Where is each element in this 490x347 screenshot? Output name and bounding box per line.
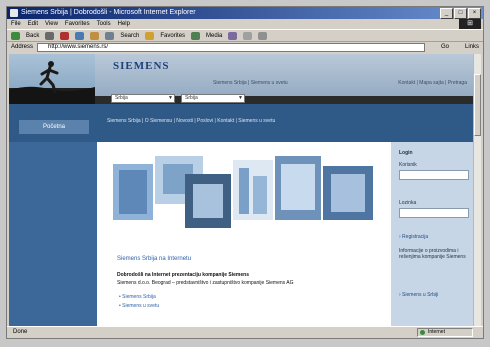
login-title: Login — [399, 150, 413, 156]
menu-favorites[interactable]: Favorites — [65, 19, 90, 29]
username-label: Korisnik — [399, 162, 417, 168]
history-icon[interactable] — [228, 31, 238, 40]
menu-edit[interactable]: Edit — [28, 19, 38, 29]
menu-tools[interactable]: Tools — [97, 19, 111, 29]
site-header: SIEMENS Siemens Srbija | Siemens u svetu… — [9, 54, 475, 104]
close-button[interactable]: × — [468, 8, 481, 19]
ie-icon — [10, 9, 18, 17]
internet-zone-icon — [420, 330, 425, 335]
refresh-icon[interactable] — [75, 31, 85, 40]
toolbar: Back Search Favorites Media — [7, 29, 483, 42]
menu-file[interactable]: File — [11, 19, 21, 29]
back-arrow-icon[interactable] — [11, 31, 20, 40]
stop-icon[interactable] — [60, 31, 70, 40]
intro-heading: Dobrodošli na Internet prezentaciju komp… — [117, 272, 249, 278]
title-bar[interactable]: Siemens Srbija | Dobrodošli - Microsoft … — [7, 7, 483, 19]
windows-logo-icon: ⊞ — [459, 19, 481, 29]
main-navigation: Početna Siemens Srbija | O Siemensu | No… — [9, 104, 475, 142]
go-button[interactable]: Go — [441, 42, 449, 53]
address-input[interactable]: http://www.siemens.rs/ — [37, 43, 425, 52]
header-links[interactable]: Siemens Srbija | Siemens u svetu — [213, 80, 288, 86]
username-field[interactable] — [399, 170, 469, 180]
scrollbar-thumb[interactable] — [474, 74, 481, 136]
content-links: Siemens Srbija Siemens u svetu — [119, 294, 159, 312]
media-icon[interactable] — [191, 31, 201, 40]
password-label: Lozinka — [399, 200, 417, 206]
address-bar: Address http://www.siemens.rs/ Go Links — [7, 42, 483, 53]
list-item[interactable]: Siemens Srbija — [119, 294, 159, 300]
language-select-value: Srbija — [185, 95, 198, 101]
left-sidebar — [9, 142, 97, 326]
promo-image-collage — [113, 156, 373, 228]
list-item[interactable]: Siemens u svetu — [119, 303, 159, 309]
chevron-down-icon: ▼ — [168, 95, 173, 101]
sidebar-link[interactable]: › Siemens u Srbiji — [399, 292, 438, 298]
favorites-icon[interactable] — [145, 31, 155, 40]
status-bar: Done Internet — [7, 326, 483, 338]
home-icon[interactable] — [90, 31, 100, 40]
browser-window: Siemens Srbija | Dobrodošli - Microsoft … — [6, 6, 484, 339]
header-image — [9, 54, 95, 104]
right-sidebar: Login Korisnik Lozinka › Registracija In… — [391, 142, 475, 326]
country-select[interactable]: Srbija ▼ — [111, 94, 175, 103]
country-select-value: Srbija — [115, 95, 128, 101]
zone-label: Internet — [428, 329, 445, 335]
media-button[interactable]: Media — [206, 33, 222, 39]
page-viewport: SIEMENS Siemens Srbija | Siemens u svetu… — [9, 54, 475, 326]
runner-silhouette-icon — [9, 61, 95, 104]
sidebar-info-text: Informacije o proizvodima i rešenjima ko… — [399, 248, 466, 260]
links-button[interactable]: Links — [465, 42, 479, 53]
back-button[interactable]: Back — [26, 33, 39, 39]
language-select[interactable]: Srbija ▼ — [181, 94, 245, 103]
security-zone: Internet — [417, 328, 473, 337]
menu-help[interactable]: Help — [118, 19, 130, 29]
promo-title[interactable]: Siemens Srbija na Internetu — [117, 256, 191, 262]
status-text: Done — [13, 329, 28, 335]
intro-text: Siemens d.o.o. Beograd – predstavništvo … — [117, 280, 294, 286]
screen: Siemens Srbija | Dobrodošli - Microsoft … — [0, 0, 490, 347]
chevron-down-icon: ▼ — [238, 95, 243, 101]
vertical-scrollbar[interactable] — [473, 54, 481, 326]
menu-view[interactable]: View — [45, 19, 58, 29]
utility-links[interactable]: Kontakt | Mapa sajta | Pretraga — [398, 80, 467, 86]
password-field[interactable] — [399, 208, 469, 218]
favorites-button[interactable]: Favorites — [160, 33, 185, 39]
forward-arrow-icon[interactable] — [45, 31, 55, 40]
menu-bar: File Edit View Favorites Tools Help ⊞ — [7, 19, 483, 29]
main-content: Siemens Srbija na Internetu Dobrodošli n… — [97, 142, 391, 326]
siemens-logo[interactable]: SIEMENS — [113, 60, 170, 72]
search-icon[interactable] — [105, 31, 115, 40]
window-title: Siemens Srbija | Dobrodošli - Microsoft … — [21, 9, 196, 16]
nav-home-button[interactable]: Početna — [19, 120, 89, 134]
print-icon[interactable] — [258, 31, 268, 40]
address-label: Address — [11, 44, 34, 50]
maximize-button[interactable]: □ — [454, 8, 467, 19]
nav-links[interactable]: Siemens Srbija | O Siemensu | Novosti | … — [107, 118, 275, 124]
mail-icon[interactable] — [243, 31, 253, 40]
minimize-button[interactable]: _ — [440, 8, 453, 19]
search-button[interactable]: Search — [120, 33, 139, 39]
window-controls: _ □ × — [440, 8, 481, 19]
register-link[interactable]: › Registracija — [399, 234, 428, 240]
